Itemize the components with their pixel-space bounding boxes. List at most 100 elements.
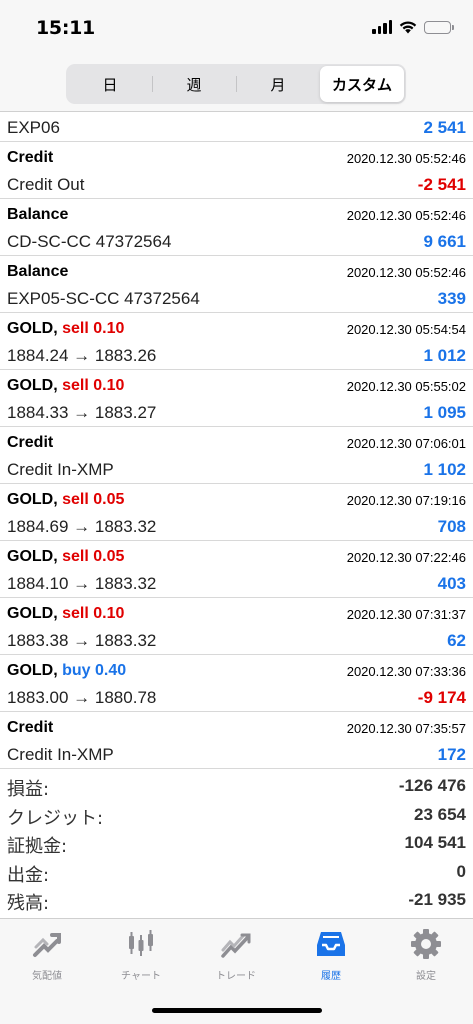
history-list[interactable]: EXP06 2 541 Credit 2020.12.30 05:52:46 C… [0,112,473,769]
item-title: Balance [7,206,69,223]
period-tab-week[interactable]: 週 [152,66,236,102]
summary-value: 23 654 [414,804,466,824]
period-tab-custom[interactable]: カスタム [320,66,404,102]
summary-value: -21 935 [408,890,466,909]
item-amount: 172 [437,745,466,764]
summary-label: クレジット: [7,807,104,829]
summary-value: 104 541 [404,833,466,852]
item-date: 2020.12.30 05:52:46 [346,208,466,223]
status-bar: 15:11 [0,0,473,56]
order-type: sell 0.10 [62,320,125,337]
summary-label: 証拠金: [7,836,68,857]
item-title: GOLD, sell 0.10 [7,320,125,337]
tab-label: トレード [216,971,256,982]
summary-label: 残高: [7,893,50,914]
item-amount: 1 012 [423,346,466,365]
period-selector-bar: 日 週 月 カスタム [0,56,473,112]
list-item[interactable]: GOLD, buy 0.40 2020.12.30 07:33:36 1883.… [0,655,473,712]
tab-chart[interactable]: チャート [94,927,188,982]
item-amount: 403 [437,574,466,593]
item-description: Credit Out [7,175,85,194]
summary-deposit: 証拠金: 104 541 [0,829,473,858]
history-icon [317,932,345,956]
item-description: EXP06 [7,118,60,137]
battery-icon [424,20,454,34]
list-item[interactable]: Credit 2020.12.30 07:06:01 Credit In-XMP… [0,427,473,484]
item-description: EXP05-SC-CC 47372564 [7,289,200,308]
list-item[interactable]: GOLD, sell 0.10 2020.12.30 07:31:37 1883… [0,598,473,655]
tab-quotes[interactable]: 気配値 [0,927,94,982]
account-summary: 損益: -126 476 クレジット: 23 654 証拠金: 104 541 … [0,772,473,915]
summary-credit: クレジット: 23 654 [0,801,473,830]
item-date: 2020.12.30 05:55:02 [346,379,466,394]
item-title: GOLD, sell 0.10 [7,605,125,622]
tab-history[interactable]: 履歴 [284,927,378,982]
list-item[interactable]: Balance 2020.12.30 05:52:46 CD-SC-CC 473… [0,199,473,256]
item-date: 2020.12.30 05:52:46 [346,265,466,280]
summary-label: 出金: [7,864,50,886]
order-type: sell 0.10 [62,605,125,622]
list-item[interactable]: Credit 2020.12.30 05:52:46 Credit Out -2… [0,142,473,199]
item-amount: 1 095 [423,403,466,422]
list-item[interactable]: GOLD, sell 0.05 2020.12.30 07:22:46 1884… [0,541,473,598]
list-item[interactable]: GOLD, sell 0.05 2020.12.30 07:19:16 1884… [0,484,473,541]
item-amount: 2 541 [423,118,466,137]
cellular-signal-icon [372,20,392,34]
home-indicator[interactable] [152,1008,322,1013]
list-item[interactable]: Credit 2020.12.30 07:35:57 Credit In-XMP… [0,712,473,769]
summary-balance: 残高: -21 935 [0,886,473,915]
period-segmented-control: 日 週 月 カスタム [66,64,406,104]
item-amount: 1 102 [423,460,466,479]
item-title: Balance [7,263,69,280]
item-date: 2020.12.30 05:54:54 [346,322,466,337]
item-amount: 62 [447,631,466,650]
order-type: sell 0.10 [62,377,125,394]
item-date: 2020.12.30 05:52:46 [346,151,466,166]
item-title: Credit [7,149,54,166]
settings-icon [411,929,441,959]
item-amount: 708 [437,517,466,536]
item-date: 2020.12.30 07:19:16 [346,493,466,508]
chart-icon [129,930,153,956]
item-amount: -2 541 [417,175,466,194]
trade-icon [221,933,251,958]
item-description: 1884.69 → 1883.32 [7,517,157,536]
item-date: 2020.12.30 07:06:01 [346,436,466,451]
quotes-icon [33,933,61,957]
tab-label: 気配値 [32,971,62,982]
list-item[interactable]: EXP06 2 541 [0,112,473,142]
item-title: GOLD, sell 0.05 [7,548,125,565]
item-date: 2020.12.30 07:31:37 [346,607,466,622]
summary-value: -126 476 [398,776,466,795]
item-title: GOLD, sell 0.10 [7,377,125,394]
item-amount: -9 174 [417,688,466,707]
period-tab-day[interactable]: 日 [68,66,152,102]
list-item[interactable]: GOLD, sell 0.10 2020.12.30 05:54:54 1884… [0,313,473,370]
summary-profit: 損益: -126 476 [0,772,473,801]
item-description: CD-SC-CC 47372564 [7,232,172,251]
item-description: 1883.00 → 1880.78 [7,688,157,707]
item-date: 2020.12.30 07:22:46 [346,550,466,565]
item-title: Credit [7,434,54,451]
list-item[interactable]: Balance 2020.12.30 05:52:46 EXP05-SC-CC … [0,256,473,313]
period-tab-month[interactable]: 月 [236,66,320,102]
tab-trade[interactable]: トレード [189,927,283,982]
item-date: 2020.12.30 07:35:57 [346,721,466,736]
summary-withdrawal: 出金: 0 [0,858,473,887]
tab-label: チャート [121,971,161,982]
tab-settings[interactable]: 設定 [379,927,473,982]
item-description: 1884.33 → 1883.27 [7,403,157,422]
list-item[interactable]: GOLD, sell 0.10 2020.12.30 05:55:02 1884… [0,370,473,427]
item-title: Credit [7,719,54,736]
summary-value: 0 [456,861,466,881]
item-amount: 339 [437,289,466,308]
item-title: GOLD, sell 0.05 [7,491,125,508]
item-description: 1884.10 → 1883.32 [7,574,157,593]
wifi-icon [399,21,417,34]
item-description: 1884.24 → 1883.26 [7,346,157,365]
item-description: Credit In-XMP [7,745,114,764]
item-title: GOLD, buy 0.40 [7,662,127,679]
order-type: buy 0.40 [62,662,127,679]
item-description: Credit In-XMP [7,460,114,479]
item-date: 2020.12.30 07:33:36 [346,664,466,679]
